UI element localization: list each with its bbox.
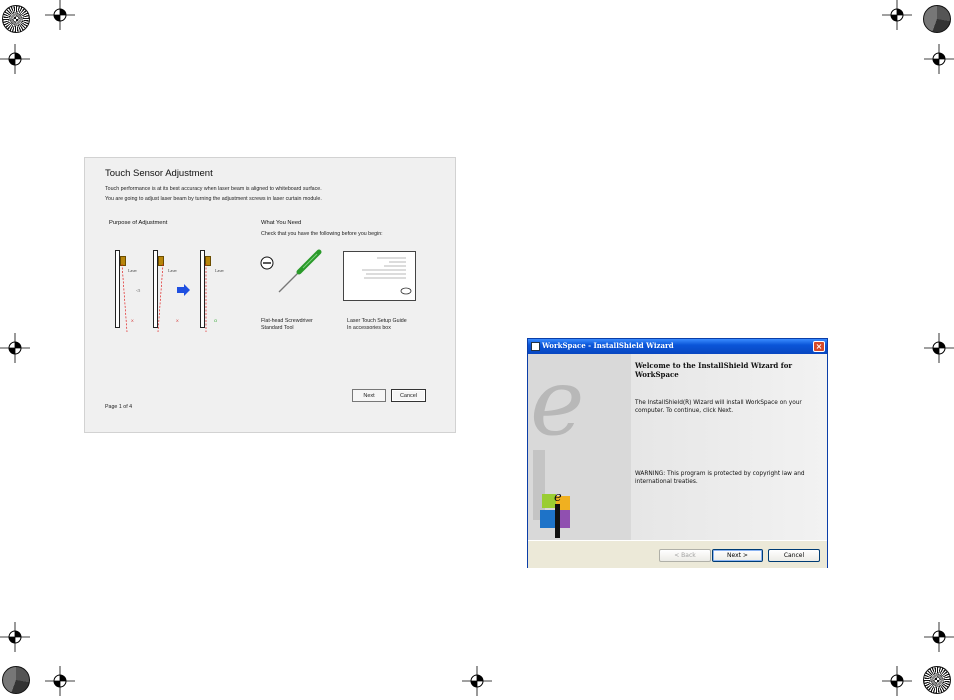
registration-mark-bottom-left (45, 666, 75, 696)
back-button[interactable]: < Back (659, 549, 711, 562)
wizard-content-area (631, 354, 827, 540)
setup-guide-illustration (343, 251, 416, 301)
registration-mark-right-bottom (924, 622, 954, 652)
intro-line-1: Touch performance is at its best accurac… (105, 186, 322, 192)
need-heading: What You Need (261, 220, 302, 226)
dialog-title: WorkSpace - InstallShield Wizard (542, 341, 674, 350)
laser-beam-1 (121, 264, 128, 333)
wizard-side-banner: e e (528, 349, 631, 540)
color-bar-starburst-top-right (923, 5, 951, 33)
svg-text:e: e (554, 490, 562, 505)
touch-sensor-adjustment-window: Touch Sensor Adjustment Touch performanc… (84, 157, 456, 433)
result-mark-o: O (214, 318, 218, 323)
panel-title: Touch Sensor Adjustment (105, 168, 213, 179)
dialog-title-bar[interactable]: WorkSpace - InstallShield Wizard × (528, 339, 827, 354)
app-icon (531, 342, 540, 351)
result-mark-x-1: X (131, 318, 134, 323)
copyright-warning: WARNING: This program is protected by co… (635, 471, 805, 485)
next-button[interactable]: Next > (712, 549, 763, 562)
registration-mark-bottom-center (462, 666, 492, 696)
registration-mark-left-top (0, 44, 30, 74)
right-arrow-icon (177, 284, 190, 296)
svg-text:e: e (530, 354, 584, 456)
registration-mark-right-middle (924, 333, 954, 363)
result-mark-x-2: X (176, 318, 179, 323)
welcome-heading: Welcome to the InstallShield Wizard for … (635, 361, 793, 379)
registration-mark-left-bottom (0, 622, 30, 652)
workspace-logo-graphic: e e (530, 349, 584, 538)
installshield-wizard-dialog: WorkSpace - InstallShield Wizard × e e W… (527, 338, 828, 568)
color-bar-starburst-bottom-left (2, 666, 30, 694)
laser-beam-3 (205, 264, 207, 332)
registration-mark-top-right (882, 0, 912, 30)
item1-line1: Flat-head Screwdriver (261, 318, 313, 324)
page-indicator: Page 1 of 4 (105, 404, 133, 410)
cancel-button[interactable]: Cancel (391, 389, 426, 402)
need-subtext: Check that you have the following before… (261, 231, 383, 237)
registration-mark-right-top (924, 44, 954, 74)
purpose-heading: Purpose of Adjustment (109, 220, 168, 226)
setup-guide-document-icon (362, 257, 412, 295)
registration-mark-top-left (45, 0, 75, 30)
registration-mark-left-middle (0, 333, 30, 363)
intro-text: The InstallShield(R) Wizard will install… (635, 400, 802, 414)
close-icon[interactable]: × (813, 341, 825, 352)
screwdriver-icon (278, 249, 322, 293)
color-bar-starburst-top-left (2, 5, 30, 33)
flat-head-screw-icon (260, 256, 274, 270)
cancel-button[interactable]: Cancel (768, 549, 820, 562)
registration-mark-bottom-right (882, 666, 912, 696)
angle-label: <5 (136, 288, 141, 293)
laser-label-3: Laser (215, 268, 224, 273)
item1-line2: Standard Tool (261, 325, 294, 331)
color-bar-starburst-bottom-right (923, 666, 951, 694)
item2-line1: Laser Touch Setup Guide (347, 318, 407, 324)
laser-beam-2 (157, 264, 164, 333)
item2-line2: In accessories box (347, 325, 391, 331)
intro-line-2: You are going to adjust laser beam by tu… (105, 196, 322, 202)
next-button[interactable]: Next (352, 389, 386, 402)
